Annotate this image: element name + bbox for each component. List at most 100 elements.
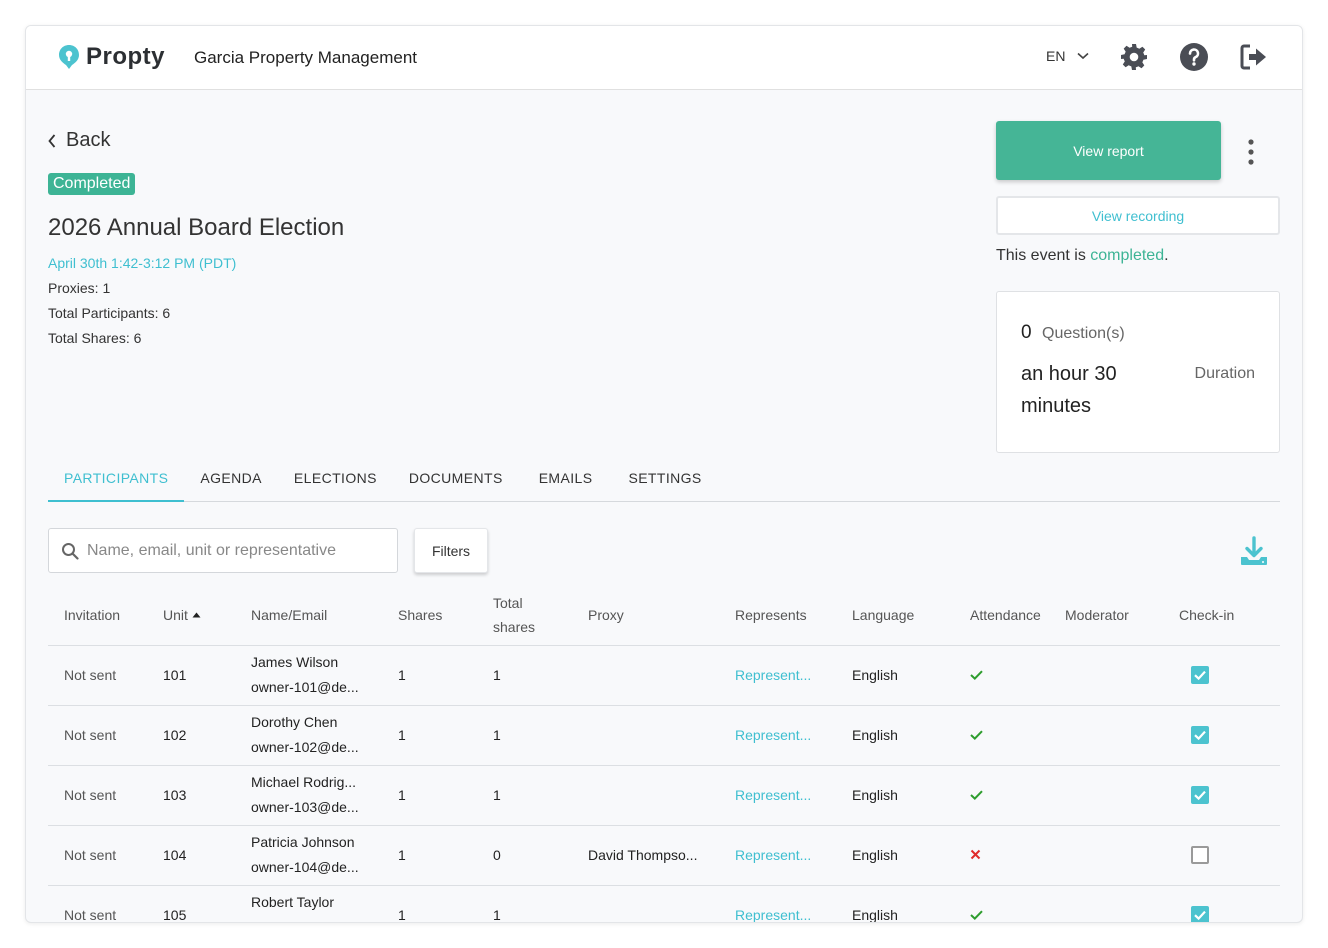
col-shares[interactable]: Shares: [382, 586, 477, 646]
represents-link[interactable]: Represent...: [719, 825, 836, 886]
checkbox-check-icon: [1194, 910, 1206, 921]
proxy-value: [572, 705, 719, 766]
search-box: [48, 528, 398, 573]
col-proxy[interactable]: Proxy: [572, 586, 719, 646]
check-in-checkbox[interactable]: [1191, 666, 1209, 685]
table-row[interactable]: Not sent 102 Dorothy Chen owner-102@de... 1 1…: [48, 705, 1280, 766]
chevron-down-icon: [1077, 52, 1089, 60]
check-in-checkbox[interactable]: [1191, 846, 1209, 865]
proxy-value: [572, 885, 719, 922]
participant-name: Michael Rodrig...: [251, 774, 357, 790]
tab-documents[interactable]: DOCUMENTS: [393, 458, 523, 502]
view-report-button[interactable]: View report: [996, 121, 1221, 180]
proxy-value: [572, 645, 719, 706]
tab-emails[interactable]: EMAILS: [523, 458, 613, 502]
attendance-cell: [954, 705, 1049, 766]
check-in-cell: [1163, 645, 1280, 706]
name-email-cell[interactable]: James Wilson owner-101@de...: [235, 645, 382, 706]
name-email-cell[interactable]: Robert Taylor owner-105@de...: [235, 885, 382, 922]
represents-link[interactable]: Represent...: [719, 705, 836, 766]
participant-name: Patricia Johnson: [251, 834, 355, 850]
download-icon[interactable]: [1238, 536, 1270, 568]
more-options-icon[interactable]: [1244, 138, 1258, 166]
back-link[interactable]: Back: [48, 129, 110, 152]
col-check-in[interactable]: Check-in: [1163, 586, 1280, 646]
table-row[interactable]: Not sent105Robert Taylorowner-105@de...1…: [48, 885, 1280, 922]
checkmark-icon: [970, 790, 983, 801]
logout-icon[interactable]: [1239, 42, 1269, 72]
check-in-checkbox[interactable]: [1191, 906, 1209, 922]
language-selector[interactable]: EN: [1046, 48, 1089, 64]
col-invitation[interactable]: Invitation: [48, 586, 147, 646]
total-shares-value: 1: [477, 885, 572, 922]
logo-text: Propty: [86, 43, 166, 70]
status-badge: Completed: [48, 173, 136, 195]
tab-agenda[interactable]: AGENDA: [184, 458, 278, 502]
participant-name: James Wilson: [251, 654, 339, 670]
col-moderator[interactable]: Moderator: [1049, 586, 1163, 646]
participant-name: Dorothy Chen: [251, 714, 338, 730]
check-in-checkbox[interactable]: [1191, 786, 1209, 805]
col-attendance[interactable]: Attendance: [954, 586, 1049, 646]
invitation-status: Not sent: [48, 885, 147, 922]
duration-value: an hour 30 minutes: [1021, 363, 1117, 417]
represents-link[interactable]: Represent...: [719, 885, 836, 922]
participant-name: Robert Taylor: [251, 894, 335, 910]
check-in-cell: [1163, 765, 1280, 826]
filters-button[interactable]: Filters: [414, 528, 488, 573]
unit-number: 101: [147, 645, 235, 706]
total-shares: Total Shares: 6: [48, 330, 142, 346]
participants-table: Invitation Unit Name/Email Shares Total …: [48, 586, 1280, 922]
shares-value: 1: [382, 705, 477, 766]
attendance-cell: [954, 885, 1049, 922]
tab-elections[interactable]: ELECTIONS: [278, 458, 393, 502]
settings-gear-icon[interactable]: [1119, 42, 1149, 72]
event-stats-card: 0 Question(s) an hour 30 minutes Duratio…: [996, 291, 1280, 453]
check-in-checkbox[interactable]: [1191, 726, 1209, 745]
col-represents[interactable]: Represents: [719, 586, 836, 646]
name-email-cell[interactable]: Michael Rodrig... owner-103@de...: [235, 765, 382, 826]
moderator-value: [1049, 825, 1163, 886]
proxy-value: [572, 765, 719, 826]
shares-value: 1: [382, 825, 477, 886]
col-language[interactable]: Language: [836, 586, 954, 646]
participant-email: owner-103@de...: [251, 799, 359, 815]
questions-count: 0: [1021, 322, 1032, 343]
moderator-value: [1049, 705, 1163, 766]
table-row[interactable]: Not sent 104 Patricia Johnson owner-104@de.…: [48, 825, 1280, 886]
col-total-shares[interactable]: Total shares: [477, 586, 572, 646]
name-email-cell[interactable]: Patricia Johnson owner-104@de...: [235, 825, 382, 886]
language-label: EN: [1046, 48, 1066, 64]
col-name-email[interactable]: Name/Email: [235, 586, 382, 646]
represents-link[interactable]: Represent...: [719, 765, 836, 826]
propty-logo[interactable]: Propty: [58, 43, 165, 71]
language-value: English: [836, 765, 954, 826]
help-icon[interactable]: [1179, 42, 1209, 72]
top-header: Propty Garcia Property Management EN: [26, 26, 1302, 90]
view-recording-button[interactable]: View recording: [996, 196, 1280, 235]
total-shares-value: 1: [477, 645, 572, 706]
check-in-cell: [1163, 885, 1280, 922]
attendance-cell: [954, 765, 1049, 826]
sort-ascending-icon: [192, 612, 201, 618]
table-header-row: Invitation Unit Name/Email Shares Total …: [48, 586, 1280, 646]
search-icon: [62, 542, 79, 560]
table-row[interactable]: Not sent 101 James Wilson owner-101@de... 1 1…: [48, 645, 1280, 706]
language-value: English: [836, 645, 954, 706]
checkbox-check-icon: [1194, 730, 1206, 741]
name-email-cell[interactable]: Dorothy Chen owner-102@de...: [235, 705, 382, 766]
total-shares-value: 0: [477, 825, 572, 886]
table-row[interactable]: Not sent 103 Michael Rodrig... owner-103@de…: [48, 765, 1280, 826]
unit-number: 102: [147, 705, 235, 766]
total-shares-value: 1: [477, 705, 572, 766]
event-status-text: This event is completed.: [996, 247, 1169, 264]
search-input[interactable]: [87, 541, 377, 560]
tab-settings[interactable]: SETTINGS: [612, 458, 717, 502]
shares-value: 1: [382, 885, 477, 922]
represents-link[interactable]: Represent...: [719, 645, 836, 706]
shares-value: 1: [382, 645, 477, 706]
tab-participants[interactable]: PARTICIPANTS: [48, 458, 185, 502]
total-participants: Total Participants: 6: [48, 305, 171, 321]
col-unit[interactable]: Unit: [147, 586, 235, 646]
language-value: English: [836, 705, 954, 766]
